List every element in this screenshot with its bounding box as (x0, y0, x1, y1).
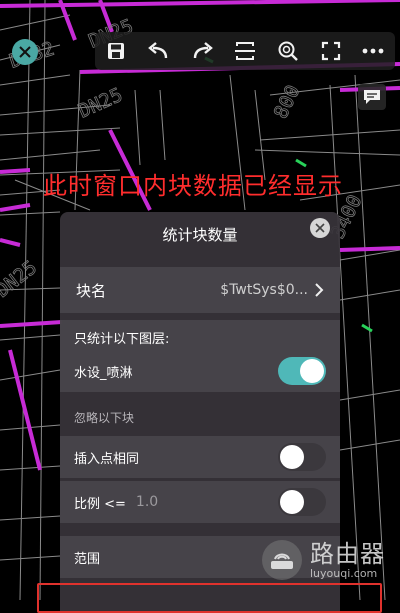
watermark-url: luyouqi.com (310, 566, 378, 580)
router-logo-icon (262, 540, 302, 580)
more-button[interactable] (359, 37, 387, 65)
dimension-label: 800 (270, 82, 305, 122)
close-icon (19, 46, 31, 58)
scale-label: 比例 <= (74, 496, 126, 512)
same-insertion-row: 插入点相同 (60, 436, 340, 478)
split-view-icon (234, 42, 255, 60)
ignore-section-header: 忽略以下块 (60, 402, 340, 432)
same-insertion-toggle[interactable] (278, 443, 326, 471)
annotation-caption: 此时窗口内块数据已经显示 (43, 172, 343, 200)
block-name-value: $TwtSys$0... (220, 282, 308, 298)
layer-name: 水设_喷淋 (74, 365, 133, 381)
close-icon (315, 223, 325, 233)
chevron-right-icon (315, 283, 324, 297)
top-toolbar (95, 32, 395, 70)
more-icon (363, 48, 384, 54)
panel-close-button[interactable] (310, 218, 330, 238)
layer-filter-label: 只统计以下图层: (74, 332, 170, 347)
block-name-row[interactable]: 块名 $TwtSys$0... (60, 267, 340, 313)
scale-toggle[interactable] (278, 488, 326, 516)
redo-icon (193, 42, 213, 59)
comment-icon (364, 90, 380, 104)
same-insertion-label: 插入点相同 (74, 451, 140, 467)
watermark-text: 路由器 (310, 539, 385, 568)
panel-title: 统计块数量 (162, 225, 238, 244)
scale-value[interactable]: 1.0 (136, 494, 158, 510)
scale-row: 比例 <= 1.0 (60, 481, 340, 523)
save-button[interactable] (102, 37, 130, 65)
layer-filter-row: 只统计以下图层: 水设_喷淋 (60, 320, 340, 392)
redo-button[interactable] (188, 37, 216, 65)
fullscreen-icon (321, 41, 340, 61)
undo-button[interactable] (145, 37, 173, 65)
fullscreen-button[interactable] (317, 37, 345, 65)
zoom-button[interactable] (274, 37, 302, 65)
ignore-section-label: 忽略以下块 (74, 410, 135, 425)
close-drawing-button[interactable] (12, 39, 38, 65)
watermark: 路由器 luyouqi.com (262, 540, 385, 580)
panel-header: 统计块数量 (60, 212, 340, 256)
layer-toggle[interactable] (278, 357, 326, 385)
split-view-button[interactable] (231, 37, 259, 65)
range-label: 范围 (74, 551, 101, 567)
pipe-label: DN25 (75, 84, 126, 123)
highlight-box (37, 583, 382, 613)
zoom-icon (278, 41, 298, 61)
save-icon (108, 43, 125, 59)
pipe-label: DN25 (0, 256, 41, 302)
comment-button[interactable] (358, 84, 386, 110)
undo-icon (148, 42, 168, 59)
block-name-label: 块名 (76, 281, 107, 300)
